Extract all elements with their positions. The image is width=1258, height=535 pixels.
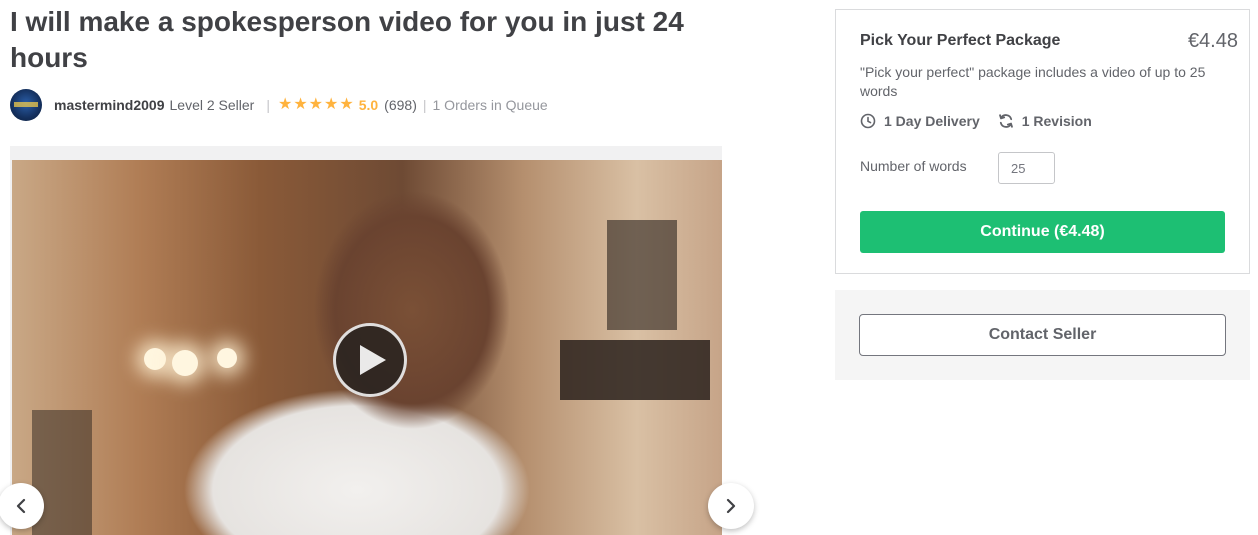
refresh-icon (998, 114, 1013, 128)
package-title: Pick Your Perfect Package (860, 32, 1061, 49)
clock-icon (860, 113, 876, 129)
words-label: Number of words (860, 158, 967, 174)
orders-in-queue: 1 Orders in Queue (432, 97, 548, 113)
play-icon (360, 345, 386, 375)
gallery-prev-button[interactable] (0, 483, 44, 529)
seller-level: Level 2 Seller (169, 97, 255, 113)
package-meta: 1 Day Delivery 1 Revision (860, 113, 1110, 129)
gig-title: I will make a spokesperson video for you… (10, 6, 684, 73)
delivery-label: 1 Day Delivery (884, 113, 980, 129)
star-icon: ★ (324, 96, 339, 113)
package-panel: Pick Your Perfect Package €4.48 "Pick yo… (835, 9, 1250, 274)
star-icon: ★ (308, 96, 324, 113)
continue-button[interactable]: Continue (€4.48) (860, 211, 1225, 253)
star-icon: ★ (277, 96, 293, 113)
words-input[interactable] (998, 152, 1055, 184)
seller-name[interactable]: mastermind2009 (54, 97, 165, 113)
seller-overview: mastermind2009 Level 2 Seller | ★ ★ ★ ★ … (10, 89, 548, 121)
gig-gallery (0, 146, 754, 535)
gig-video[interactable] (12, 160, 722, 535)
chevron-right-icon (726, 498, 736, 514)
seller-avatar[interactable] (10, 89, 42, 121)
revisions-label: 1 Revision (1021, 113, 1092, 129)
package-description: "Pick your perfect" package includes a v… (860, 64, 1206, 99)
gallery-next-button[interactable] (708, 483, 754, 529)
play-button[interactable] (333, 323, 407, 397)
contact-panel: Contact Seller (835, 290, 1250, 380)
delivery-time: 1 Day Delivery (860, 113, 980, 129)
star-icon: ★ (339, 96, 354, 113)
contact-seller-button[interactable]: Contact Seller (859, 314, 1226, 356)
rating-count[interactable]: (698) (384, 97, 417, 113)
chevron-left-icon (16, 498, 26, 514)
divider: | (266, 97, 270, 113)
revisions: 1 Revision (998, 113, 1092, 129)
divider: | (422, 97, 427, 113)
rating-score[interactable]: 5.0 (359, 97, 378, 113)
rating-stars[interactable]: ★ ★ ★ ★ ★ (278, 97, 355, 113)
star-icon: ★ (293, 96, 308, 113)
package-price: €4.48 (1187, 30, 1238, 52)
